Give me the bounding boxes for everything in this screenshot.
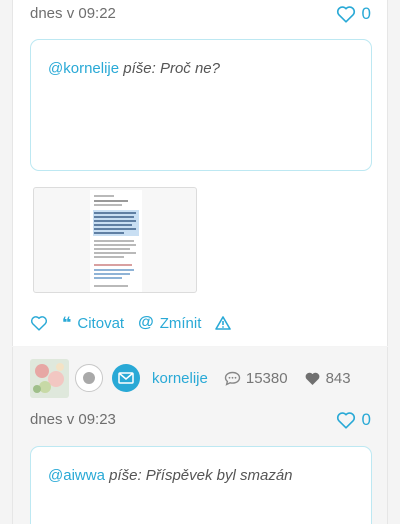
- cite-button[interactable]: ❝ Citovat: [62, 313, 124, 333]
- post-card: dnes v 09:22 0 @kornelije píše: Proč ne?: [12, 0, 388, 346]
- heart-filled-icon: [305, 372, 319, 385]
- quote-text: @aiwwa píše: Příspěvek byl smazán: [48, 467, 293, 484]
- quote-box: @kornelije píše: Proč ne?: [30, 39, 372, 171]
- heart-count-value: 843: [325, 369, 351, 387]
- quote-mention[interactable]: @aiwwa: [48, 467, 105, 484]
- author-name[interactable]: kornelije: [152, 370, 208, 387]
- post-timestamp: dnes v 09:22: [30, 5, 116, 22]
- quote-box: @aiwwa píše: Příspěvek byl smazán: [30, 446, 372, 524]
- post-card: kornelije 15380 843 dnes v 09:23 0 @aiww…: [12, 347, 388, 524]
- cite-label: Citovat: [77, 314, 125, 332]
- speech-bubble-icon: [224, 371, 241, 386]
- warning-icon: [215, 316, 232, 330]
- comment-count-value: 15380: [245, 369, 288, 387]
- mention-label: Zmínit: [159, 314, 202, 332]
- avatar[interactable]: [30, 358, 69, 398]
- like-count: 0: [361, 4, 371, 23]
- envelope-icon: [118, 372, 134, 384]
- quote-mention[interactable]: @kornelije: [48, 60, 119, 77]
- quote-rest: píše: Příspěvek byl smazán: [104, 467, 293, 484]
- like-action[interactable]: [30, 315, 48, 331]
- send-message-button[interactable]: [112, 364, 140, 392]
- quote-text: @kornelije píše: Proč ne?: [48, 60, 220, 77]
- author-bar: kornelije 15380 843: [30, 358, 351, 398]
- mention-button[interactable]: @ Zmínit: [138, 314, 201, 332]
- avatar-image: [30, 358, 69, 398]
- heart-outline-icon: [336, 6, 355, 23]
- post-timestamp: dnes v 09:23: [30, 411, 116, 428]
- attachment-thumbnail[interactable]: [33, 187, 197, 293]
- report-button[interactable]: [215, 316, 232, 330]
- post-actions: ❝ Citovat @ Zmínit: [30, 313, 245, 333]
- screenshot-page: [90, 190, 142, 292]
- heart-outline-icon: [30, 316, 48, 331]
- heart-count: 843: [304, 370, 351, 387]
- like-button[interactable]: 0: [336, 4, 371, 24]
- quote-icon: ❝: [62, 315, 72, 332]
- like-button[interactable]: 0: [336, 410, 371, 430]
- quote-rest: píše: Proč ne?: [119, 60, 220, 77]
- like-count: 0: [361, 410, 371, 429]
- at-icon: @: [138, 314, 154, 331]
- heart-outline-icon: [336, 412, 355, 429]
- online-status-indicator: [75, 364, 103, 392]
- comment-count: 15380: [224, 370, 288, 387]
